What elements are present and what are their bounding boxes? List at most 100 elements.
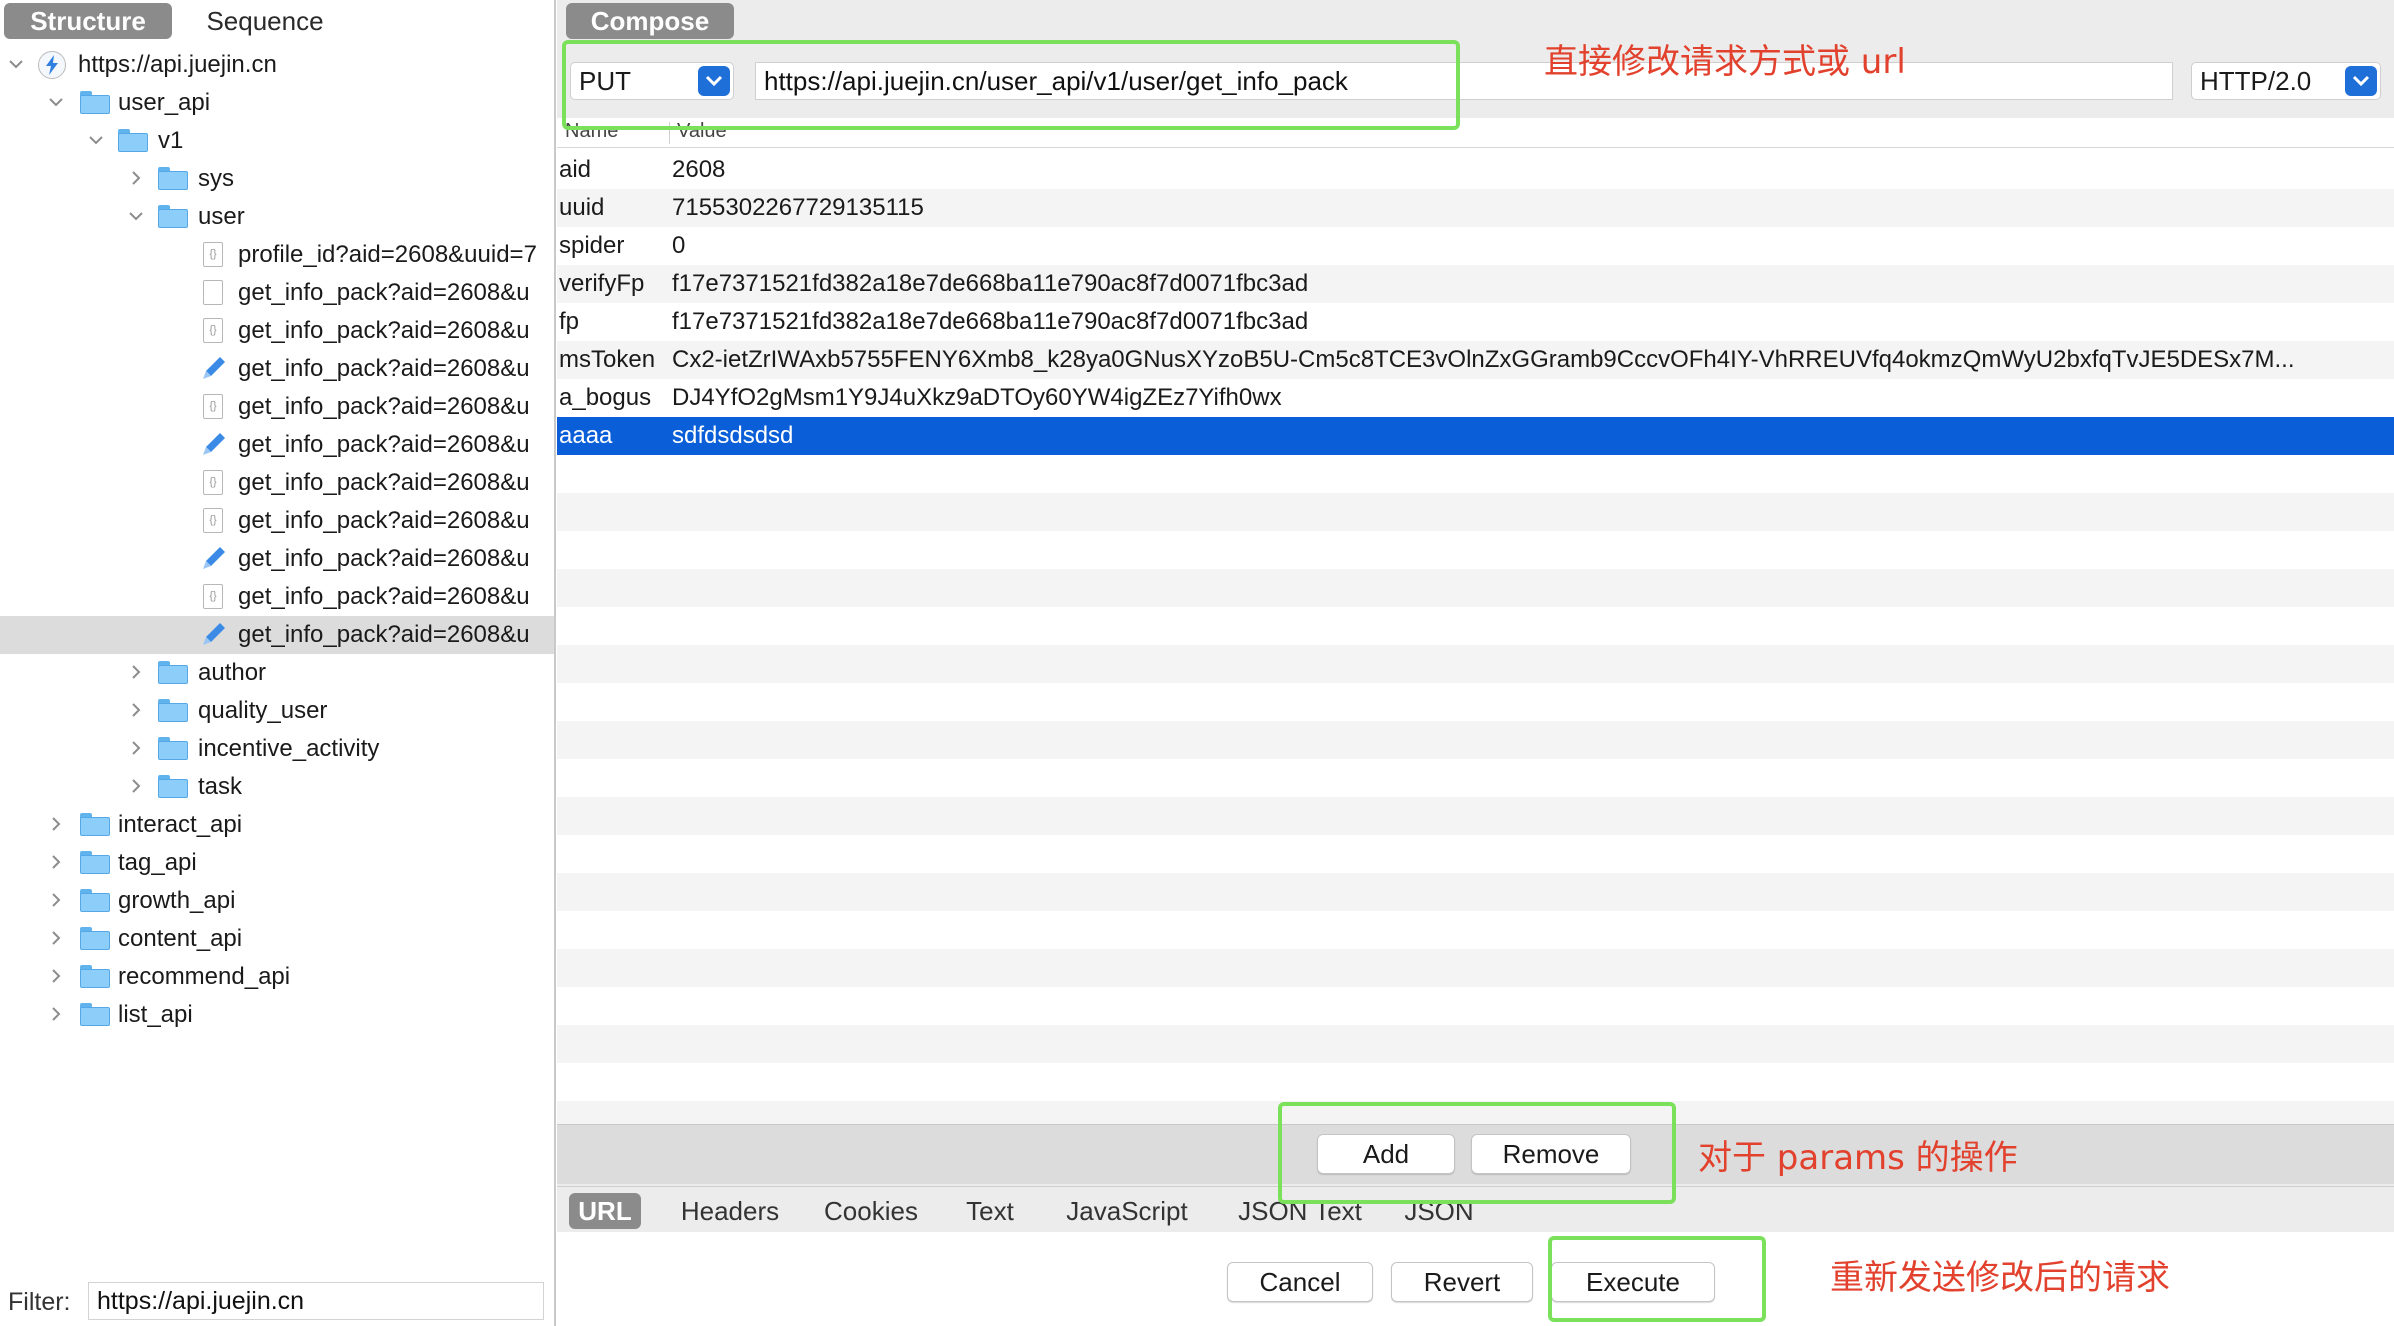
tab-sequence[interactable]: Sequence (180, 3, 350, 39)
json-file-icon: {} (203, 394, 223, 419)
chevron-right-icon[interactable] (46, 806, 66, 844)
json-file-icon: {} (203, 242, 223, 267)
param-row[interactable]: fp f17e7371521fd382a18e7de668ba11e790ac8f… (557, 303, 2394, 341)
param-value[interactable]: 2608 (672, 151, 2382, 189)
param-name[interactable]: verifyFp (559, 265, 644, 303)
host-label: https://api.juejin.cn (78, 51, 277, 78)
folder-icon (80, 889, 110, 912)
tree-file-item-selected[interactable]: get_info_pack?aid=2608&u (0, 616, 554, 654)
chevron-right-icon[interactable] (126, 768, 146, 806)
chevron-down-icon[interactable] (86, 122, 106, 160)
tab-structure[interactable]: Structure (4, 3, 172, 39)
param-value[interactable]: 0 (672, 227, 2382, 265)
chevron-right-icon[interactable] (126, 730, 146, 768)
tree-file-item[interactable]: {} get_info_pack?aid=2608&u (0, 312, 554, 350)
tab-javascript[interactable]: JavaScript (1057, 1193, 1197, 1229)
protocol-value: HTTP/2.0 (2200, 66, 2312, 96)
chevron-right-icon[interactable] (46, 882, 66, 920)
param-value[interactable]: DJ4YfO2gMsm1Y9J4uXkz9aDTOy60YW4igZEz7Yif… (672, 379, 2382, 417)
edited-pen-icon (200, 354, 228, 382)
json-file-icon: {} (203, 318, 223, 343)
chevron-right-icon[interactable] (46, 958, 66, 996)
tree-node-quality-user[interactable]: quality_user (0, 692, 554, 730)
param-row[interactable]: verifyFp f17e7371521fd382a18e7de668ba11e7… (557, 265, 2394, 303)
chevron-right-icon[interactable] (126, 692, 146, 730)
folder-icon (158, 205, 188, 228)
param-name[interactable]: aid (559, 151, 591, 189)
tab-compose[interactable]: Compose (566, 3, 734, 39)
tree-node-author[interactable]: author (0, 654, 554, 692)
chevron-down-icon[interactable] (2345, 66, 2377, 96)
protocol-select[interactable]: HTTP/2.0 (2191, 62, 2381, 100)
param-row[interactable]: spider 0 (557, 227, 2394, 265)
folder-icon (158, 775, 188, 798)
file-label: get_info_pack?aid=2608&u (238, 545, 530, 572)
annotation-note-params: 对于 params 的操作 (1698, 1138, 2018, 1178)
tree-node-growth-api[interactable]: growth_api (0, 882, 554, 920)
chevron-right-icon[interactable] (126, 654, 146, 692)
tab-text[interactable]: Text (957, 1193, 1023, 1229)
empty-row (557, 607, 2394, 645)
param-name[interactable]: aaaa (559, 417, 612, 455)
cancel-button[interactable]: Cancel (1227, 1262, 1373, 1302)
chevron-right-icon[interactable] (46, 844, 66, 882)
tab-url[interactable]: URL (569, 1193, 641, 1229)
tree-node-v1[interactable]: v1 (0, 122, 554, 160)
tree-file-item[interactable]: get_info_pack?aid=2608&u (0, 426, 554, 464)
tree-node-list-api[interactable]: list_api (0, 996, 554, 1034)
param-value[interactable]: 7155302267729135115 (672, 189, 2382, 227)
tree-node-host[interactable]: https://api.juejin.cn (0, 46, 554, 84)
chevron-right-icon[interactable] (46, 996, 66, 1034)
empty-row (557, 683, 2394, 721)
param-row[interactable]: aid 2608 (557, 151, 2394, 189)
param-value[interactable]: Cx2-ietZrIWAxb5755FENY6Xmb8_k28ya0GNusXY… (672, 341, 2382, 379)
tree-node-task[interactable]: task (0, 768, 554, 806)
tree-node-user-api[interactable]: user_api (0, 84, 554, 122)
tree-node-tag-api[interactable]: tag_api (0, 844, 554, 882)
param-value[interactable]: f17e7371521fd382a18e7de668ba11e790ac8f7d… (672, 303, 2382, 341)
empty-row (557, 721, 2394, 759)
tree-file-item[interactable]: get_info_pack?aid=2608&u (0, 274, 554, 312)
tree-node-incentive-activity[interactable]: incentive_activity (0, 730, 554, 768)
tree-node-sys[interactable]: sys (0, 160, 554, 198)
chevron-down-icon[interactable] (126, 198, 146, 236)
file-label: get_info_pack?aid=2608&u (238, 279, 530, 306)
tree-node-interact-api[interactable]: interact_api (0, 806, 554, 844)
param-row[interactable]: msToken Cx2-ietZrIWAxb5755FENY6Xmb8_k28ya… (557, 341, 2394, 379)
tree-file-item[interactable]: get_info_pack?aid=2608&u (0, 350, 554, 388)
empty-row (557, 531, 2394, 569)
tree-file-item[interactable]: get_info_pack?aid=2608&u (0, 540, 554, 578)
annotation-note-execute: 重新发送修改后的请求 (1830, 1258, 2170, 1298)
folder-icon (80, 91, 110, 114)
empty-row (557, 759, 2394, 797)
chevron-down-icon[interactable] (6, 46, 26, 84)
tree-node-recommend-api[interactable]: recommend_api (0, 958, 554, 996)
param-name[interactable]: spider (559, 227, 624, 265)
param-row[interactable]: a_bogus DJ4YfO2gMsm1Y9J4uXkz9aDTOy60YW4ig… (557, 379, 2394, 417)
param-value[interactable]: sdfdsdsdsd (672, 417, 2382, 455)
chevron-right-icon[interactable] (126, 160, 146, 198)
param-value[interactable]: f17e7371521fd382a18e7de668ba11e790ac8f7d… (672, 265, 2382, 303)
tree-node-content-api[interactable]: content_api (0, 920, 554, 958)
folder-label: user (198, 203, 245, 230)
param-row[interactable]: uuid 7155302267729135115 (557, 189, 2394, 227)
tree-node-user[interactable]: user (0, 198, 554, 236)
tree-file-item[interactable]: {} get_info_pack?aid=2608&u (0, 578, 554, 616)
param-name[interactable]: uuid (559, 189, 604, 227)
param-name[interactable]: msToken (559, 341, 655, 379)
tree-file-item[interactable]: {} get_info_pack?aid=2608&u (0, 502, 554, 540)
filter-input[interactable]: https://api.juejin.cn (88, 1282, 544, 1320)
tree-file-item[interactable]: {} get_info_pack?aid=2608&u (0, 464, 554, 502)
chevron-right-icon[interactable] (46, 920, 66, 958)
param-row[interactable]: aaaa sdfdsdsdsd (557, 417, 2394, 455)
file-label: profile_id?aid=2608&uuid=7 (238, 241, 537, 268)
tab-cookies[interactable]: Cookies (819, 1193, 923, 1229)
annotation-highlight-params-buttons (1278, 1102, 1676, 1204)
param-name[interactable]: a_bogus (559, 379, 651, 417)
param-name[interactable]: fp (559, 303, 579, 341)
chevron-down-icon[interactable] (46, 84, 66, 122)
revert-button[interactable]: Revert (1391, 1262, 1533, 1302)
tree-file-item[interactable]: {} get_info_pack?aid=2608&u (0, 388, 554, 426)
tree-file-item[interactable]: {} profile_id?aid=2608&uuid=7 (0, 236, 554, 274)
tab-headers[interactable]: Headers (675, 1193, 785, 1229)
